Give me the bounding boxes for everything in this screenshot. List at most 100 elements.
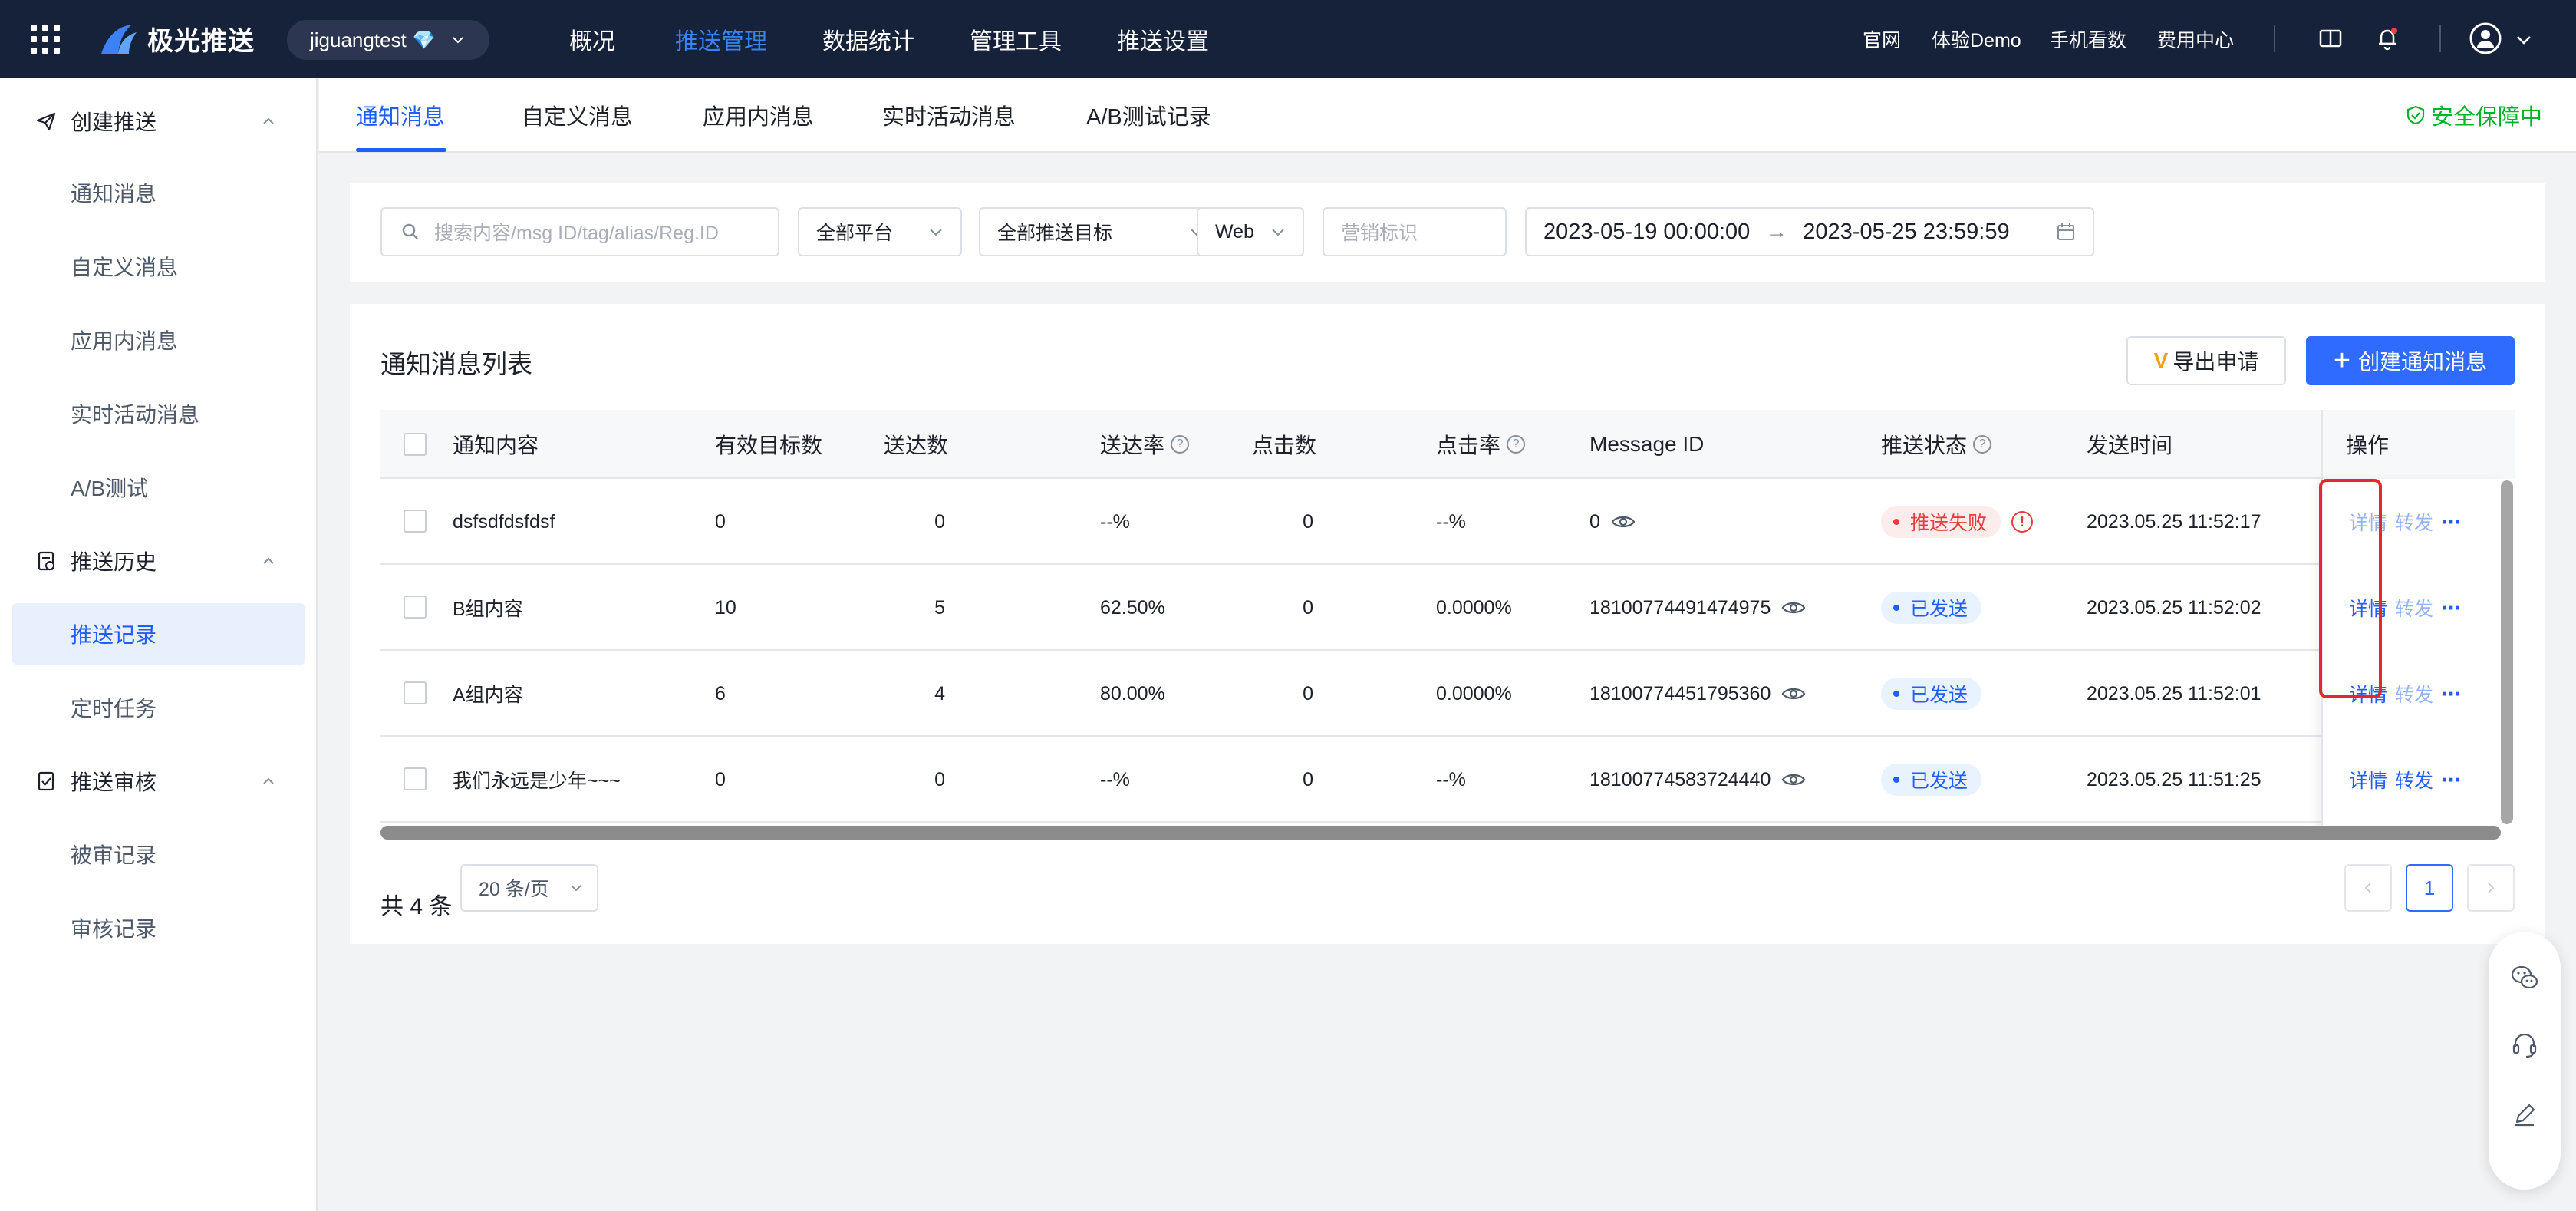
account-switcher[interactable]: jiguangtest 💎 (287, 20, 489, 60)
nav-overview[interactable]: 概况 (569, 0, 615, 78)
tab-ab-test-records[interactable]: A/B测试记录 (1086, 78, 1211, 153)
sidebar-group-push-review[interactable]: 推送审核 (0, 747, 318, 816)
nav-push-management[interactable]: 推送管理 (675, 0, 767, 78)
brand-logo[interactable]: 极光推送 (98, 20, 255, 58)
push-target-value: 全部推送目标 (997, 223, 1113, 244)
col-header-actions: 操作 (2321, 410, 2515, 479)
help-icon[interactable]: ? (1171, 435, 1190, 454)
active-tab-indicator (356, 148, 446, 152)
help-icon[interactable]: ? (1973, 435, 1992, 454)
book-icon[interactable] (2315, 23, 2346, 54)
status-dot (1893, 691, 1899, 697)
tab-notification[interactable]: 通知消息 (356, 78, 445, 153)
sidebar-group-push-history[interactable]: 推送历史 (0, 526, 318, 596)
cell-targets: 10 (715, 596, 736, 619)
alert-circle-icon[interactable]: ! (2011, 511, 2034, 533)
row-checkbox[interactable] (404, 681, 427, 704)
chevron-left-icon (2364, 883, 2371, 893)
cell-delivered: 5 (934, 596, 945, 619)
page-button-current[interactable]: 1 (2406, 864, 2453, 912)
sidebar-item-live-activity[interactable]: 实时活动消息 (12, 383, 305, 444)
cell-targets: 0 (715, 510, 726, 533)
cell-delivery-rate: --% (1100, 768, 1130, 790)
eye-icon[interactable] (1611, 513, 1636, 530)
top-navigation-bar: 极光推送 jiguangtest 💎 概况 推送管理 数据统计 管理工具 推送设… (0, 0, 2576, 78)
date-start: 2023-05-19 00:00:00 (1543, 219, 1751, 244)
marketing-tag-input[interactable]: 营销标识 (1323, 207, 1507, 256)
cell-send-time: 2023.05.25 11:52:17 (2087, 510, 2261, 533)
link-mobile-view[interactable]: 手机看数 (2050, 0, 2126, 78)
message-type-tabs: 通知消息 自定义消息 应用内消息 实时活动消息 A/B测试记录 安全保障中 (319, 78, 2576, 153)
cell-click-rate: --% (1436, 768, 1466, 790)
status-label: 推送失败 (1910, 513, 1988, 534)
row-checkbox[interactable] (404, 510, 427, 533)
marketing-tag-placeholder: 营销标识 (1341, 223, 1418, 244)
sidebar-item-push-records[interactable]: 推送记录 (12, 603, 305, 665)
app-grid-icon[interactable] (31, 25, 60, 54)
security-status-label: 安全保障中 (2430, 105, 2542, 130)
user-avatar-icon[interactable] (2469, 21, 2502, 55)
search-placeholder: 搜索内容/msg ID/tag/alias/Reg.ID (434, 223, 719, 244)
search-input[interactable]: 搜索内容/msg ID/tag/alias/Reg.ID (380, 207, 779, 256)
tab-custom-message[interactable]: 自定义消息 (522, 78, 633, 153)
page-size-select[interactable]: 20 条/页 (460, 864, 598, 912)
search-icon (402, 223, 418, 239)
sidebar-item-notification[interactable]: 通知消息 (12, 162, 305, 223)
eye-icon[interactable] (1781, 771, 1806, 788)
link-billing-center[interactable]: 费用中心 (2157, 0, 2234, 78)
sidebar-item-ab-test[interactable]: A/B测试 (12, 457, 305, 518)
row-checkbox[interactable] (404, 767, 427, 790)
link-official-site[interactable]: 官网 (1863, 0, 1901, 78)
push-target-select[interactable]: 全部推送目标 (979, 207, 1223, 256)
headset-support-icon[interactable] (2509, 1030, 2540, 1061)
col-header-content: 通知内容 (453, 434, 539, 457)
cell-delivery-rate: 80.00% (1100, 682, 1165, 704)
cell-delivery-rate: 62.50% (1100, 596, 1165, 619)
sidebar-item-reviewed-records[interactable]: 被审记录 (12, 823, 305, 885)
col-header-message-id: Message ID (1589, 432, 1705, 456)
status-dot (1893, 605, 1899, 611)
status-label: 已发送 (1910, 770, 1968, 792)
nav-push-settings[interactable]: 推送设置 (1117, 0, 1209, 78)
channel-select[interactable]: Web (1197, 207, 1304, 256)
cell-status: 已发送 (1881, 651, 1982, 737)
col-header-send-time: 发送时间 (2087, 434, 2173, 457)
sidebar-item-in-app-message[interactable]: 应用内消息 (12, 309, 305, 371)
sidebar-item-review-records[interactable]: 审核记录 (12, 897, 305, 959)
security-status[interactable]: 安全保障中 (2405, 78, 2542, 153)
nav-management-tools[interactable]: 管理工具 (970, 0, 1062, 78)
link-demo[interactable]: 体验Demo (1932, 0, 2021, 78)
col-header-click-rate-label: 点击率 (1436, 434, 1501, 457)
horizontal-scrollbar[interactable] (380, 826, 2501, 840)
cell-send-time: 2023.05.25 11:51:25 (2087, 768, 2261, 790)
sidebar-item-scheduled-tasks[interactable]: 定时任务 (12, 677, 305, 738)
help-icon[interactable]: ? (1507, 435, 1526, 454)
date-range-picker[interactable]: 2023-05-19 00:00:00 → 2023-05-25 23:59:5… (1525, 207, 2094, 256)
chevron-right-icon (2488, 883, 2495, 893)
chevron-up-icon (263, 557, 274, 564)
eye-icon[interactable] (1781, 685, 1806, 702)
sidebar-item-custom-message[interactable]: 自定义消息 (12, 236, 305, 297)
vertical-scrollbar[interactable] (2501, 480, 2513, 824)
wechat-icon[interactable] (2509, 962, 2540, 993)
next-page-button[interactable] (2467, 864, 2515, 912)
tab-live-activity[interactable]: 实时活动消息 (882, 78, 1016, 153)
account-name: jiguangtest (310, 28, 407, 51)
edit-feedback-icon[interactable] (2509, 1099, 2540, 1130)
detail-links-highlight (2319, 479, 2382, 698)
export-request-button[interactable]: V 导出申请 (2126, 336, 2286, 385)
bell-icon[interactable] (2372, 23, 2403, 54)
create-notification-button[interactable]: + 创建通知消息 (2306, 336, 2515, 385)
sidebar-group-create-push[interactable]: 创建推送 (0, 87, 318, 156)
eye-icon[interactable] (1781, 599, 1806, 616)
platform-select[interactable]: 全部平台 (798, 207, 962, 256)
chevron-down-icon[interactable] (2515, 31, 2533, 49)
row-checkbox[interactable] (404, 596, 427, 619)
status-badge: 推送失败 (1881, 506, 2001, 538)
divider (2439, 25, 2441, 52)
select-all-checkbox[interactable] (404, 433, 427, 456)
chevron-down-icon (930, 229, 942, 236)
prev-page-button[interactable] (2344, 864, 2392, 912)
tab-in-app-message[interactable]: 应用内消息 (703, 78, 814, 153)
nav-data-statistics[interactable]: 数据统计 (822, 0, 914, 78)
